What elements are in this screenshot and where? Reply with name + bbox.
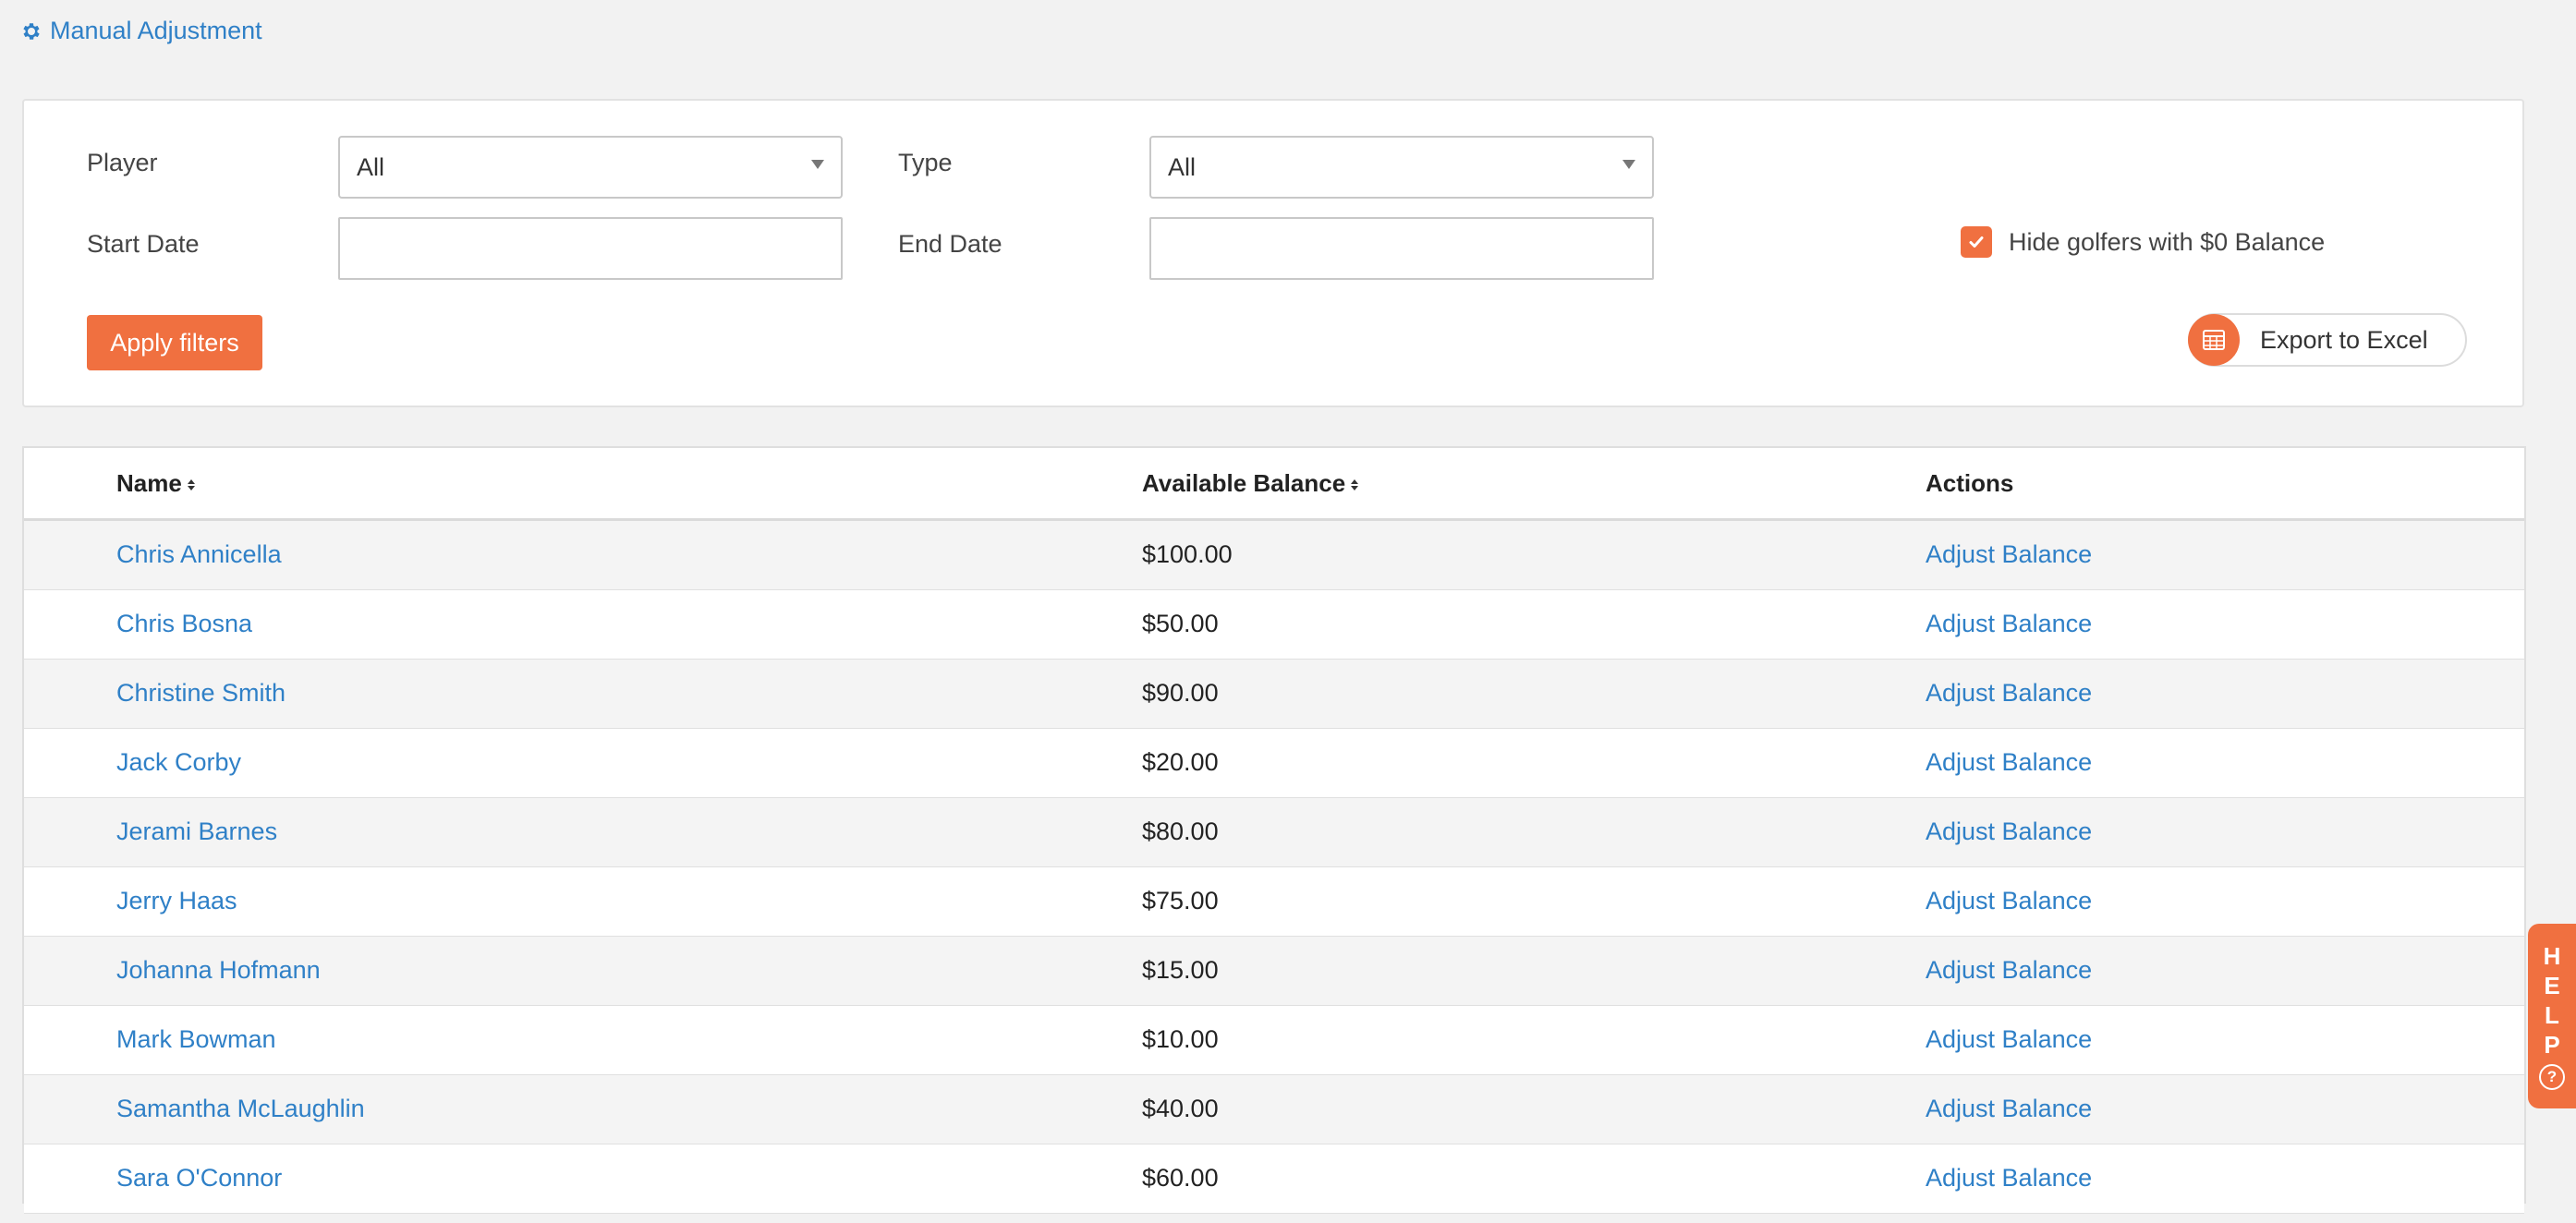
player-name-link[interactable]: Jack Corby bbox=[116, 748, 241, 777]
balance-value: $20.00 bbox=[1142, 748, 1219, 776]
table-row: Mark Bowman $10.00 Adjust Balance bbox=[24, 1006, 2524, 1075]
chevron-down-icon bbox=[1622, 160, 1635, 169]
balance-value: $15.00 bbox=[1142, 956, 1219, 984]
export-to-excel-label: Export to Excel bbox=[2260, 325, 2428, 354]
adjust-balance-link[interactable]: Adjust Balance bbox=[1926, 679, 2092, 708]
manual-adjustment-link[interactable]: Manual Adjustment bbox=[20, 17, 262, 45]
balance-value: $10.00 bbox=[1142, 1025, 1219, 1053]
export-to-excel-button[interactable]: Export to Excel bbox=[2188, 313, 2467, 367]
spreadsheet-icon bbox=[2188, 314, 2240, 366]
adjust-balance-link[interactable]: Adjust Balance bbox=[1926, 817, 2092, 846]
adjust-balance-link[interactable]: Adjust Balance bbox=[1926, 1164, 2092, 1193]
table-row: Sara O'Connor $60.00 Adjust Balance bbox=[24, 1144, 2524, 1214]
apply-filters-button[interactable]: Apply filters bbox=[87, 315, 262, 370]
player-select-value: All bbox=[357, 152, 385, 181]
help-letter: E bbox=[2544, 972, 2560, 999]
balance-value: $75.00 bbox=[1142, 887, 1219, 914]
column-header-balance-label: Available Balance bbox=[1142, 469, 1346, 497]
table-row: Jerami Barnes $80.00 Adjust Balance bbox=[24, 798, 2524, 867]
adjust-balance-link[interactable]: Adjust Balance bbox=[1926, 610, 2092, 638]
adjust-balance-link[interactable]: Adjust Balance bbox=[1926, 1025, 2092, 1054]
adjust-balance-link[interactable]: Adjust Balance bbox=[1926, 956, 2092, 985]
player-select[interactable]: All bbox=[338, 136, 843, 199]
column-header-name[interactable]: Name bbox=[116, 469, 195, 498]
player-name-link[interactable]: Jerami Barnes bbox=[116, 817, 277, 846]
player-name-link[interactable]: Johanna Hofmann bbox=[116, 956, 321, 985]
player-name-link[interactable]: Mark Bowman bbox=[116, 1025, 276, 1054]
table-row: Chris Bosna $50.00 Adjust Balance bbox=[24, 590, 2524, 660]
help-letter: L bbox=[2545, 1001, 2559, 1029]
balance-value: $80.00 bbox=[1142, 817, 1219, 845]
balance-value: $60.00 bbox=[1142, 1164, 1219, 1192]
type-select-value: All bbox=[1168, 152, 1197, 181]
balance-table: Name Available Balance Actions Chris Ann… bbox=[22, 446, 2526, 1214]
hide-zero-balance-label: Hide golfers with $0 Balance bbox=[2009, 227, 2326, 256]
player-name-link[interactable]: Sara O'Connor bbox=[116, 1164, 282, 1193]
player-name-link[interactable]: Jerry Haas bbox=[116, 887, 237, 915]
column-header-actions: Actions bbox=[1926, 469, 2013, 498]
hide-zero-balance-checkbox[interactable] bbox=[1961, 226, 1992, 258]
column-header-actions-label: Actions bbox=[1926, 469, 2014, 497]
table-row: Christine Smith $90.00 Adjust Balance bbox=[24, 660, 2524, 729]
table-row: Jerry Haas $75.00 Adjust Balance bbox=[24, 867, 2524, 937]
filter-panel: Player All Type All Start Date End Date … bbox=[22, 99, 2524, 407]
balance-value: $40.00 bbox=[1142, 1095, 1219, 1122]
player-name-link[interactable]: Chris Bosna bbox=[116, 610, 252, 638]
adjust-balance-link[interactable]: Adjust Balance bbox=[1926, 887, 2092, 915]
gear-icon bbox=[23, 22, 40, 40]
adjust-balance-link[interactable]: Adjust Balance bbox=[1926, 748, 2092, 777]
table-header: Name Available Balance Actions bbox=[24, 448, 2524, 521]
question-circle-icon: ? bbox=[2539, 1064, 2565, 1090]
chevron-down-icon bbox=[811, 160, 824, 169]
start-date-label: Start Date bbox=[87, 230, 200, 258]
balance-value: $90.00 bbox=[1142, 679, 1219, 707]
check-icon bbox=[1969, 236, 1984, 248]
end-date-label: End Date bbox=[898, 230, 1002, 258]
help-tab[interactable]: H E L P ? bbox=[2528, 924, 2576, 1108]
help-letter: H bbox=[2543, 942, 2561, 970]
type-label: Type bbox=[898, 149, 953, 176]
table-row: Jack Corby $20.00 Adjust Balance bbox=[24, 729, 2524, 798]
hide-zero-balance-toggle[interactable]: Hide golfers with $0 Balance bbox=[1961, 226, 2325, 258]
player-name-link[interactable]: Christine Smith bbox=[116, 679, 286, 708]
adjust-balance-link[interactable]: Adjust Balance bbox=[1926, 540, 2092, 569]
player-name-link[interactable]: Samantha McLaughlin bbox=[116, 1095, 365, 1123]
player-label: Player bbox=[87, 149, 158, 176]
column-header-balance[interactable]: Available Balance bbox=[1142, 469, 1359, 498]
sort-icon bbox=[187, 478, 195, 490]
help-letter: P bbox=[2544, 1031, 2560, 1059]
player-name-link[interactable]: Chris Annicella bbox=[116, 540, 282, 569]
start-date-input[interactable] bbox=[338, 217, 843, 280]
column-header-name-label: Name bbox=[116, 469, 182, 497]
adjust-balance-link[interactable]: Adjust Balance bbox=[1926, 1095, 2092, 1123]
balance-value: $100.00 bbox=[1142, 540, 1233, 568]
end-date-input[interactable] bbox=[1149, 217, 1654, 280]
table-row: Johanna Hofmann $15.00 Adjust Balance bbox=[24, 937, 2524, 1006]
manual-adjustment-label: Manual Adjustment bbox=[50, 17, 262, 44]
table-row: Chris Annicella $100.00 Adjust Balance bbox=[24, 521, 2524, 590]
table-row: Samantha McLaughlin $40.00 Adjust Balanc… bbox=[24, 1075, 2524, 1144]
balance-value: $50.00 bbox=[1142, 610, 1219, 637]
sort-icon bbox=[1351, 478, 1359, 490]
type-select[interactable]: All bbox=[1149, 136, 1654, 199]
